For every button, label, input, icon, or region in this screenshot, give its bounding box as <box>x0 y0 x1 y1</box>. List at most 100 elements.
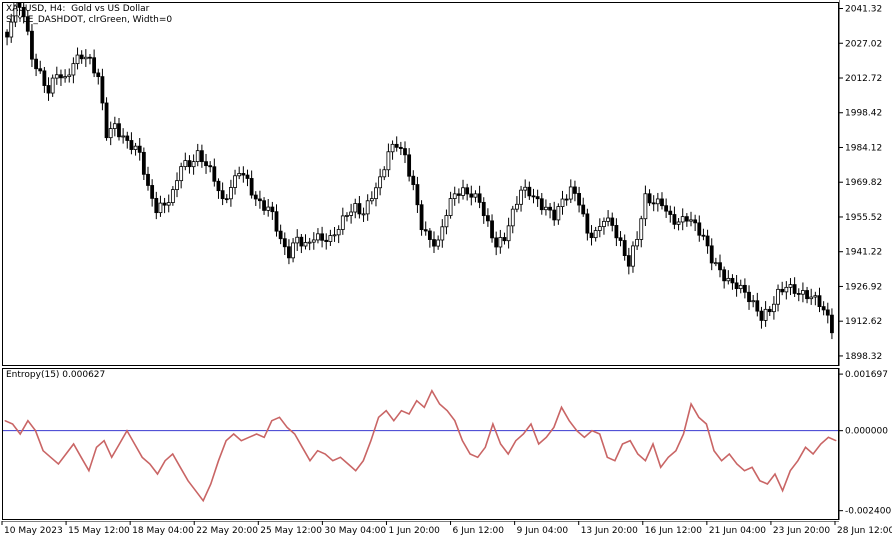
indicator-axis[interactable]: 0.001697 0.000000 -0.002400 <box>839 368 891 520</box>
candle <box>30 24 34 68</box>
entropy-point <box>370 440 372 442</box>
candle <box>150 179 155 207</box>
indicator-pane[interactable]: Entropy(15) 0.000627 <box>2 368 839 520</box>
entropy-point <box>355 470 357 472</box>
candle <box>54 66 59 85</box>
time-tick-label: 13 Jun 20:00 <box>581 526 638 536</box>
candle <box>581 197 586 217</box>
candle <box>560 190 565 215</box>
candle <box>672 206 677 230</box>
candle <box>801 282 805 303</box>
entropy-point <box>88 470 90 472</box>
candle <box>307 237 312 251</box>
candle <box>444 209 449 235</box>
candle <box>108 121 113 146</box>
candle <box>747 285 751 310</box>
entropy-point <box>339 456 341 458</box>
entropy-point <box>797 460 799 462</box>
candle <box>784 281 789 300</box>
price-tick-label: 1912.62 <box>845 317 882 327</box>
candle <box>701 228 706 241</box>
candle <box>316 228 320 244</box>
candle <box>357 195 362 219</box>
price-tick-label: 2027.02 <box>845 39 882 49</box>
price-tick-label: 1984.12 <box>845 143 882 153</box>
entropy-point <box>294 433 296 435</box>
candle <box>34 53 38 77</box>
candlestick-chart[interactable] <box>3 3 838 365</box>
entropy-point <box>515 440 517 442</box>
candle <box>485 208 490 227</box>
candle <box>452 186 457 206</box>
candle <box>515 196 519 213</box>
candle <box>730 274 735 290</box>
candle <box>639 215 644 248</box>
candle <box>361 207 366 222</box>
candle <box>141 147 146 181</box>
time-tick-label: 6 Jun 12:00 <box>453 526 505 536</box>
candle <box>713 257 718 267</box>
candle <box>432 231 436 253</box>
entropy-point <box>134 443 136 445</box>
candle <box>146 166 150 191</box>
candle <box>104 97 109 141</box>
candle <box>282 232 287 255</box>
entropy-point <box>248 436 250 438</box>
candle <box>510 205 515 234</box>
candle <box>125 131 130 149</box>
entropy-point <box>385 410 387 412</box>
entropy-chart[interactable] <box>3 369 838 519</box>
candle <box>589 225 594 246</box>
candle <box>92 49 97 78</box>
candle <box>245 169 250 187</box>
candle <box>59 69 63 86</box>
entropy-point <box>469 453 471 455</box>
entropy-point <box>583 436 585 438</box>
entropy-point <box>416 400 418 402</box>
candle <box>216 178 221 199</box>
candle <box>349 203 354 224</box>
candle <box>660 192 664 210</box>
candle <box>436 235 441 250</box>
candle <box>697 215 702 242</box>
time-tick-label: 21 Jun 04:00 <box>709 526 766 536</box>
price-chart-pane[interactable]: XAUUSD, H4: Gold vs US Dollar STYLE_DASH… <box>2 2 839 366</box>
price-axis[interactable]: 2041.32 2027.02 2012.72 1998.42 1984.12 1969.… <box>839 0 891 366</box>
candle <box>647 189 652 206</box>
time-tick-label: 28 Jun 12:00 <box>837 526 892 536</box>
candle <box>577 186 581 213</box>
entropy-point <box>644 460 646 462</box>
candle <box>208 161 213 173</box>
entropy-point <box>19 433 21 435</box>
chart-window[interactable]: XAUUSD, H4: Gold vs US Dollar STYLE_DASH… <box>0 0 892 541</box>
entropy-point <box>156 473 158 475</box>
candle <box>166 194 171 213</box>
entropy-point <box>530 423 532 425</box>
entropy-point <box>835 440 837 442</box>
candle <box>71 57 76 84</box>
time-tick-label: 23 Jun 20:00 <box>773 526 830 536</box>
time-axis[interactable]: 10 May 2023 15 May 12:00 18 May 04:00 22 Ma… <box>0 521 892 541</box>
candle <box>494 231 499 256</box>
candle <box>689 211 693 227</box>
candle <box>788 278 793 296</box>
entropy-point <box>461 440 463 442</box>
candle <box>394 136 399 152</box>
candle <box>552 201 557 226</box>
candle <box>821 301 826 316</box>
candle <box>233 169 237 195</box>
candle <box>324 233 329 250</box>
time-tick-label: 15 May 12:00 <box>68 526 130 536</box>
candle <box>46 77 51 101</box>
time-tick-label: 16 Jun 12:00 <box>645 526 702 536</box>
candle <box>427 228 432 248</box>
entropy-point <box>172 453 174 455</box>
candle <box>448 191 453 219</box>
entropy-point <box>42 450 44 452</box>
entropy-point <box>820 443 822 445</box>
candle <box>365 194 370 221</box>
price-tick-label: 2012.72 <box>845 74 882 84</box>
price-tick-label: 1898.32 <box>845 352 882 362</box>
entropy-point <box>622 443 624 445</box>
entropy-line <box>4 388 837 503</box>
